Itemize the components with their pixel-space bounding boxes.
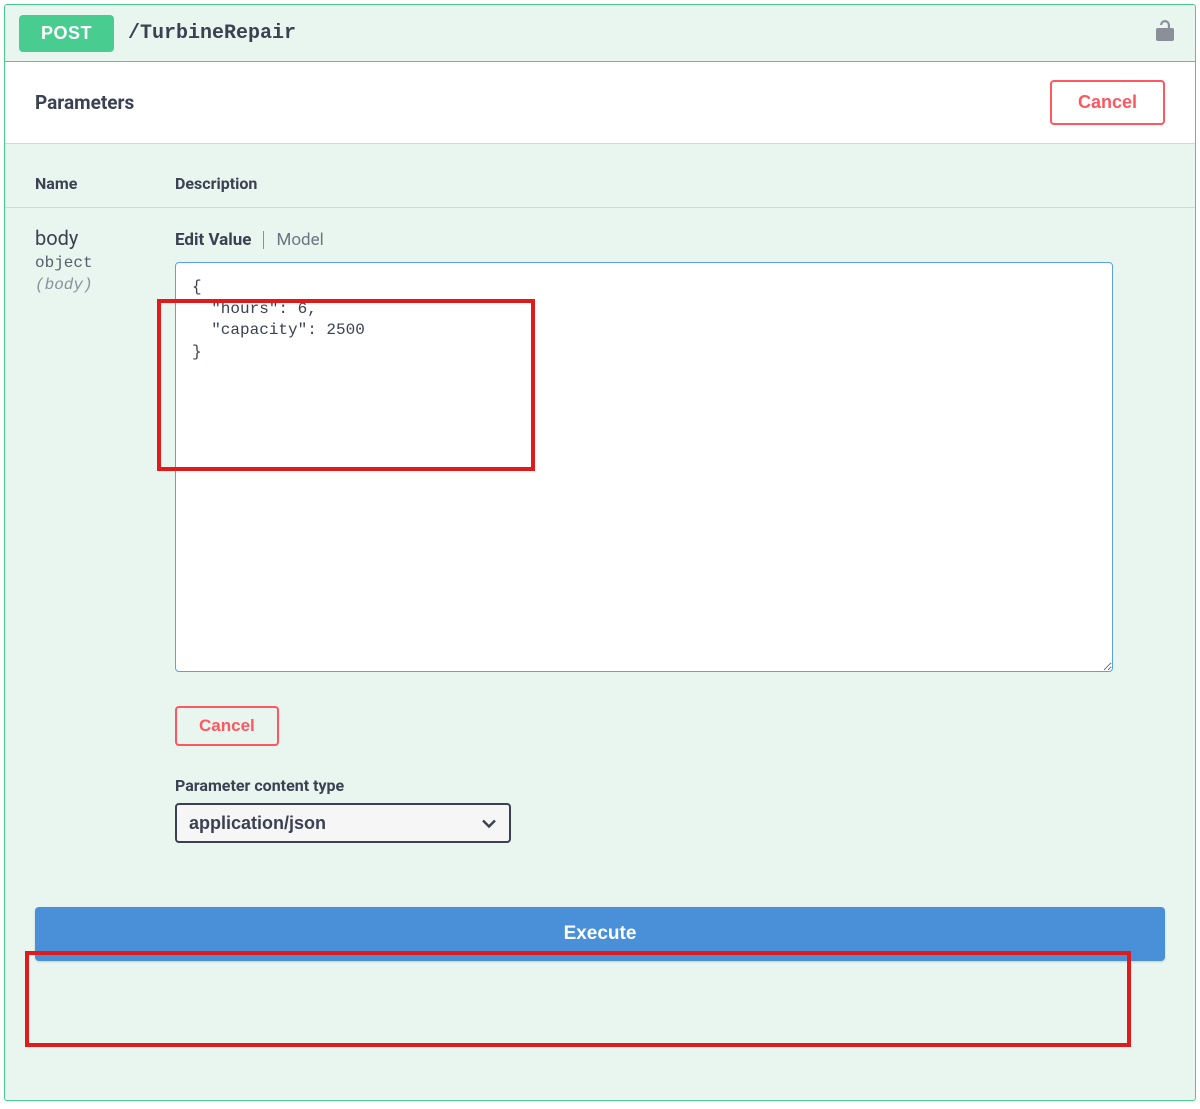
content-type-select-wrap: application/json bbox=[175, 803, 511, 843]
operation-panel: POST /TurbineRepair Parameters Cancel Na… bbox=[4, 4, 1196, 1101]
tab-edit-value[interactable]: Edit Value bbox=[175, 230, 251, 250]
parameters-title: Parameters bbox=[35, 91, 134, 114]
execute-wrap: Execute bbox=[5, 907, 1195, 961]
operation-path: /TurbineRepair bbox=[128, 22, 1155, 45]
cancel-tryout-button[interactable]: Cancel bbox=[1050, 80, 1165, 125]
tab-separator bbox=[263, 231, 264, 249]
execute-button[interactable]: Execute bbox=[35, 907, 1165, 961]
parameter-description-cell: Edit Value Model Cancel Parameter conten… bbox=[175, 226, 1165, 843]
content-type-select[interactable]: application/json bbox=[175, 803, 511, 843]
body-textarea[interactable] bbox=[175, 262, 1113, 672]
parameter-in: (body) bbox=[35, 276, 175, 294]
column-description: Description bbox=[175, 174, 257, 193]
content-type-label: Parameter content type bbox=[175, 776, 1165, 795]
parameters-table-head: Name Description bbox=[5, 144, 1195, 208]
tab-model[interactable]: Model bbox=[276, 230, 323, 250]
unlock-icon[interactable] bbox=[1155, 19, 1175, 47]
parameter-name-cell: body object (body) bbox=[35, 226, 175, 843]
parameters-header: Parameters Cancel bbox=[5, 61, 1195, 144]
parameter-row: body object (body) Edit Value Model Canc… bbox=[5, 208, 1195, 843]
cancel-body-button[interactable]: Cancel bbox=[175, 706, 279, 746]
column-name: Name bbox=[35, 174, 175, 193]
method-badge: POST bbox=[19, 15, 114, 52]
parameter-name: body bbox=[35, 226, 175, 250]
highlight-execute bbox=[25, 951, 1131, 1047]
parameter-type: object bbox=[35, 254, 175, 272]
operation-header[interactable]: POST /TurbineRepair bbox=[5, 5, 1195, 61]
body-tabs: Edit Value Model bbox=[175, 230, 1165, 250]
